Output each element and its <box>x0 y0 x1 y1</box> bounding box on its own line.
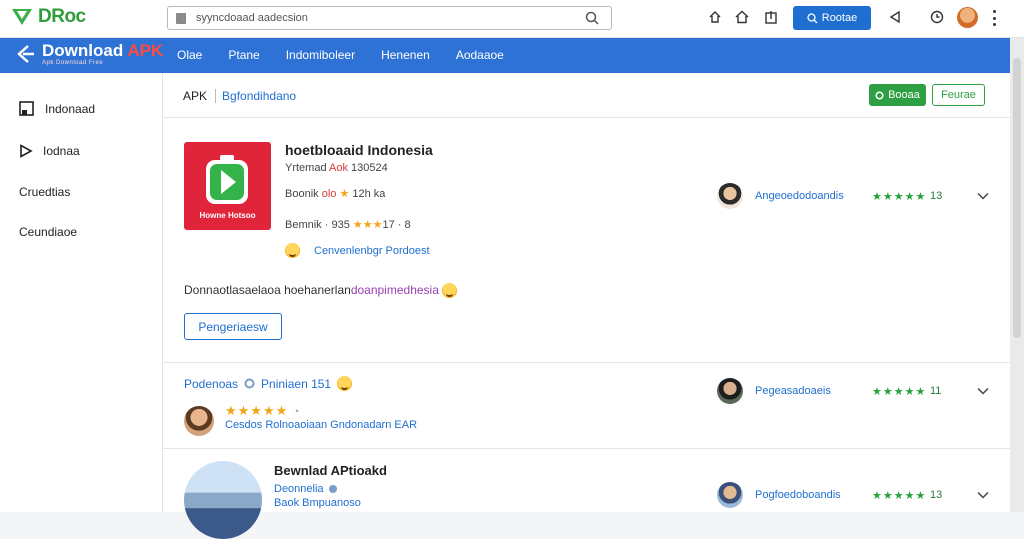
primary-action-label: Rootae <box>821 12 858 24</box>
search-bar[interactable]: syyncdoaad aadecsion <box>167 6 612 30</box>
review-stars: ★★★★★ <box>872 489 927 502</box>
app-icon-caption: Howne Hotsoo <box>199 211 256 220</box>
app-rating-line: Boonik olo ★ 12h ka <box>285 188 386 200</box>
search-input[interactable]: syyncdoaad aadecsion <box>196 12 308 24</box>
smiley-icon <box>285 243 300 258</box>
review-item[interactable]: Pogfoedoboandis ★★★★★ 13 <box>717 482 989 508</box>
card3-subtitle: Baok Bmpuanoso <box>274 497 361 509</box>
nav-item-1[interactable]: Olae <box>177 48 202 62</box>
card2-avatar <box>184 406 214 436</box>
verified-icon <box>328 485 337 493</box>
home-icon[interactable] <box>735 10 749 24</box>
review-count: 13 <box>930 190 943 202</box>
sidebar-item-1[interactable]: Indonaad <box>19 101 95 117</box>
breadcrumb-root[interactable]: APK <box>183 89 207 103</box>
reviewer-avatar <box>717 482 743 508</box>
back-arrow-icon[interactable] <box>888 10 902 24</box>
feature-button[interactable]: Feurae <box>932 84 985 106</box>
sidebar-item-label: Indonaad <box>45 102 96 116</box>
sidebar-item-4[interactable]: Ceundiaoe <box>19 225 77 239</box>
logo-text: DRoc <box>38 6 86 27</box>
nav-item-4[interactable]: Henenen <box>381 48 430 62</box>
app-link-row: Cenvenlenbgr Pordoest <box>285 243 430 258</box>
card3-author[interactable]: Deonnelia <box>274 483 324 495</box>
card2-stars: ★★★★★ ◔ <box>225 403 301 418</box>
card2-subtitle: Cesdos Rolnoaoiaan Gndonadarn EAR <box>225 419 418 431</box>
share-icon[interactable] <box>708 10 722 24</box>
review-count: 11 <box>930 385 942 397</box>
circle-icon <box>875 90 884 100</box>
green-action-button[interactable]: Booaa <box>869 84 926 106</box>
play-store-icon <box>206 155 248 204</box>
user-avatar[interactable] <box>957 7 978 28</box>
app-link[interactable]: Cenvenlenbgr Pordoest <box>314 245 430 257</box>
nav-item-2[interactable]: Ptane <box>228 48 259 62</box>
sidebar-item-2[interactable]: Iodnaa <box>19 144 80 158</box>
reviewer-avatar <box>717 183 743 209</box>
reviewer-avatar <box>717 378 743 404</box>
document-icon <box>176 13 186 24</box>
breadcrumb-current[interactable]: Bgfondihdano <box>215 89 297 103</box>
download-box-icon[interactable] <box>764 10 778 24</box>
app-description: Donnaotlasaelaoa hoehanerlandoanpimedhes… <box>184 283 458 299</box>
app-version: Yrtemad Aok 130524 <box>285 162 388 174</box>
site-logo[interactable]: DRoc <box>10 5 86 29</box>
card3-author-row: Deonnelia <box>274 483 338 495</box>
verified-icon <box>244 378 255 389</box>
scrollbar-thumb[interactable] <box>1013 58 1021 338</box>
more-menu-icon[interactable] <box>991 10 997 26</box>
divider <box>163 117 1010 118</box>
nav-item-3[interactable]: Indomiboleer <box>286 48 355 62</box>
sidebar: Indonaad Iodnaa Cruedtias Ceundiaoe <box>0 73 163 512</box>
app-title: hoetbloaaid Indonesia <box>285 142 433 158</box>
card3-title: Bewnlad APtioakd <box>274 463 387 478</box>
green-action-label: Booaa <box>888 89 920 101</box>
loading-dots-icon: ◔ <box>292 406 301 418</box>
chevron-down-icon[interactable] <box>977 192 989 200</box>
top-bar: DRoc syyncdoaad aadecsion Rootae <box>0 0 1024 38</box>
nav-logo[interactable]: Download APK Apk Download Free <box>14 42 163 66</box>
search-icon[interactable] <box>585 11 599 25</box>
breadcrumb: APK Bgfondihdano <box>183 89 297 103</box>
nav-logo-title: Download APK <box>42 41 164 60</box>
logo-icon <box>12 9 32 25</box>
card2-title-row: Podenoas Pniniaen 151 <box>184 376 353 391</box>
card3-photo <box>184 461 262 539</box>
page-icon <box>19 101 34 116</box>
reviewer-name: Pegeasadoaeis <box>755 385 831 397</box>
chevron-down-icon[interactable] <box>977 491 989 499</box>
sidebar-item-label: Ceundiaoe <box>19 225 78 239</box>
review-stars: ★★★★★ <box>872 385 927 398</box>
search-icon <box>807 12 818 23</box>
app-icon[interactable]: Howne Hotsoo <box>184 142 271 230</box>
play-outline-icon <box>20 144 33 158</box>
reviewer-name: Pogfoedoboandis <box>755 489 841 501</box>
review-stars: ★★★★★ <box>872 190 927 203</box>
app-stats-line: Bemnik · 935 ★★★17 · 8 <box>285 219 411 231</box>
card2-title-extra: Pniniaen 151 <box>261 376 332 391</box>
sidebar-item-label: Iodnaa <box>43 144 80 158</box>
sidebar-item-label: Cruedtias <box>19 185 71 199</box>
download-arrow-icon <box>17 45 34 63</box>
chevron-down-icon[interactable] <box>977 387 989 395</box>
nav-menu: Olae Ptane Indomiboleer Henenen Aodaaoe <box>177 48 530 62</box>
nav-item-5[interactable]: Aodaaoe <box>456 48 504 62</box>
app-action-button[interactable]: Pengeriaesw <box>184 313 282 340</box>
sidebar-item-3[interactable]: Cruedtias <box>19 185 70 199</box>
review-item[interactable]: Pegeasadoaeis ★★★★★ 11 <box>717 378 989 404</box>
clock-icon[interactable] <box>930 10 944 24</box>
smiley-icon <box>442 283 458 299</box>
review-item[interactable]: Angeoedodoandis ★★★★★ 13 <box>717 183 989 209</box>
divider <box>163 362 1010 363</box>
divider <box>163 448 1010 449</box>
main-navbar: Download APK Apk Download Free Olae Ptan… <box>0 38 1010 73</box>
card2-title[interactable]: Podenoas <box>184 377 238 391</box>
nav-logo-subtitle: Apk Download Free <box>42 60 104 66</box>
main-content: APK Bgfondihdano Booaa Feurae Howne Hotso… <box>163 73 1010 539</box>
page-scrollbar[interactable] <box>1010 38 1024 512</box>
reviewer-name: Angeoedodoandis <box>755 190 844 202</box>
smiley-icon <box>337 376 353 391</box>
review-count: 13 <box>930 489 943 501</box>
primary-action-button[interactable]: Rootae <box>793 6 871 30</box>
